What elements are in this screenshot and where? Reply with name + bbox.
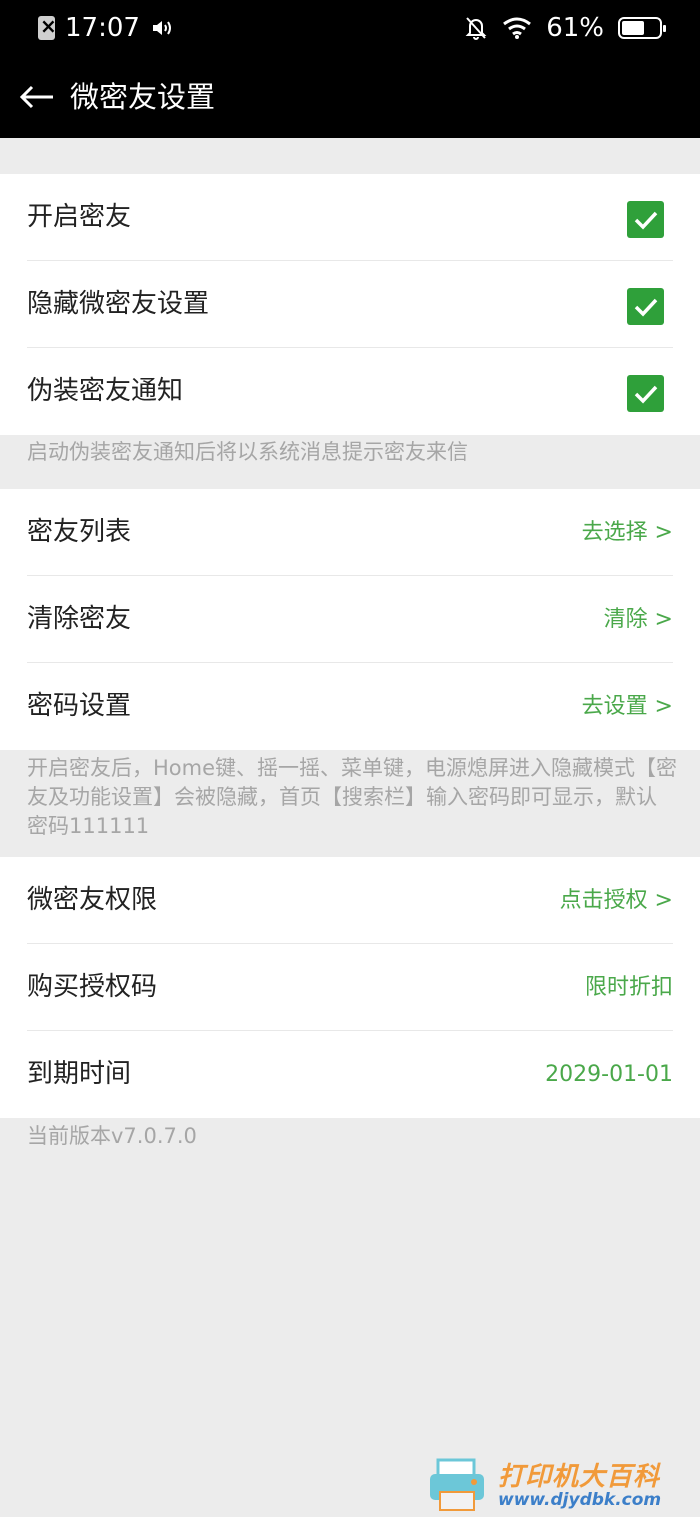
privacy-toggles-group: 开启密友 隐藏微密友设置 伪装密友通知 <box>0 174 700 435</box>
sim-error-icon <box>38 14 57 40</box>
printer-icon <box>430 1458 484 1511</box>
watermark-url: www.djydbk.com <box>498 1490 662 1510</box>
speaker-icon <box>152 21 171 35</box>
check-icon <box>634 211 657 230</box>
status-bar: 17:07 61% <box>0 0 700 56</box>
app-header: 17:07 61% <box>0 0 700 138</box>
setting-label: 隐藏微密友设置 <box>27 289 210 319</box>
setting-enable-friend[interactable]: 开启密友 <box>27 174 673 261</box>
toolbar: 微密友设置 <box>0 56 700 138</box>
friend-management-group: 密友列表 去选择 > 清除密友 清除 > 密码设置 去设置 > <box>0 489 700 750</box>
checkbox-enable-friend[interactable] <box>627 201 664 238</box>
expiry-date: 2029-01-01 <box>545 1062 673 1087</box>
check-icon <box>634 385 657 404</box>
watermark-text: 打印机大百科 <box>498 1462 661 1492</box>
clear-link[interactable]: 清除 > <box>604 576 673 663</box>
setting-label: 购买授权码 <box>27 972 158 1002</box>
battery-icon <box>618 17 666 39</box>
battery-percent: 61% <box>546 13 604 43</box>
checkbox-disguise-notification[interactable] <box>627 375 664 412</box>
setting-expiry: 到期时间 2029-01-01 <box>27 1031 673 1118</box>
setting-clear-friends[interactable]: 清除密友 清除 > <box>27 576 673 663</box>
check-icon <box>634 298 657 317</box>
setting-friend-list[interactable]: 密友列表 去选择 > <box>27 489 673 576</box>
setting-password[interactable]: 密码设置 去设置 > <box>27 663 673 750</box>
arrow-left-icon <box>19 85 53 109</box>
page-title: 微密友设置 <box>70 80 216 114</box>
setting-disguise-notification[interactable]: 伪装密友通知 <box>27 348 673 435</box>
watermark-logo: 打印机大百科 www.djydbk.com <box>428 1452 700 1517</box>
select-link[interactable]: 去选择 > <box>582 489 673 576</box>
wifi-icon <box>503 17 532 39</box>
checkbox-hide-settings[interactable] <box>627 288 664 325</box>
setting-hide-settings[interactable]: 隐藏微密友设置 <box>27 261 673 348</box>
setting-permission[interactable]: 微密友权限 点击授权 > <box>27 857 673 944</box>
setting-label: 密友列表 <box>27 517 132 547</box>
setting-label: 开启密友 <box>27 202 132 232</box>
hidden-mode-note: 开启密友后，Home键、摇一摇、菜单键，电源熄屏进入隐藏模式【密友及功能设置】会… <box>27 756 678 838</box>
setting-label: 到期时间 <box>27 1059 132 1089</box>
setting-label: 微密友权限 <box>27 885 158 915</box>
version-text: 当前版本v7.0.7.0 <box>27 1124 197 1148</box>
bell-off-icon <box>465 17 487 40</box>
setting-label: 伪装密友通知 <box>27 376 184 406</box>
discount-link[interactable]: 限时折扣 <box>585 944 673 1031</box>
authorize-link[interactable]: 点击授权 > <box>560 857 673 944</box>
set-password-link[interactable]: 去设置 > <box>582 663 673 750</box>
battery-level <box>622 21 644 35</box>
license-group: 微密友权限 点击授权 > 购买授权码 限时折扣 到期时间 2029-01-01 <box>0 857 700 1118</box>
back-button[interactable] <box>14 74 60 120</box>
disguise-notification-note: 启动伪装密友通知后将以系统消息提示密友来信 <box>27 440 468 464</box>
status-time: 17:07 <box>65 13 140 43</box>
setting-label: 清除密友 <box>27 604 132 634</box>
setting-label: 密码设置 <box>27 691 132 721</box>
setting-buy-code[interactable]: 购买授权码 限时折扣 <box>27 944 673 1031</box>
